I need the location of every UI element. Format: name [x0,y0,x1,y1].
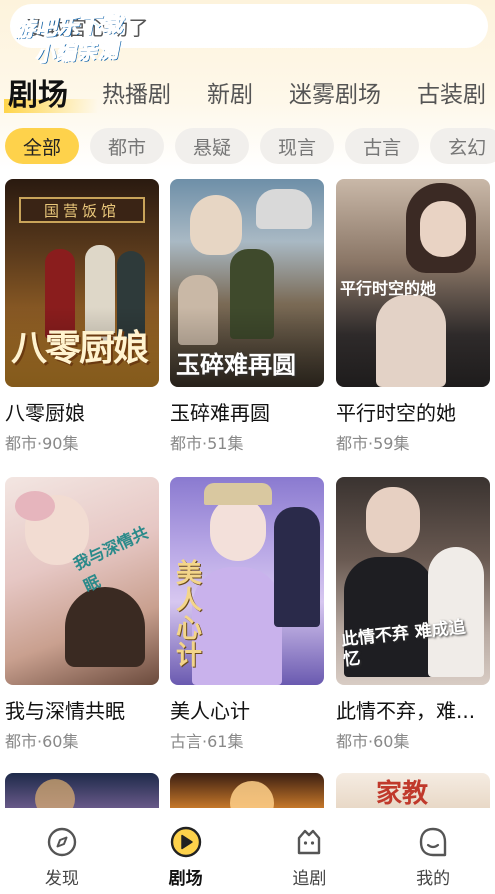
poster-figure [65,587,145,667]
filter-ancient-romance[interactable]: 古言 [345,128,420,164]
drama-meta: 都市·60集 [336,732,410,751]
poster-headdress [204,483,272,505]
nav-label: 发现 [44,869,79,889]
poster-flower [15,491,55,521]
profile-icon [415,824,451,860]
watermark-line2: 小编亲测 [34,38,120,67]
drama-title[interactable]: 八零厨娘 [5,397,159,426]
drama-meta: 都市·59集 [336,434,410,453]
watermark-logo: 游吧乐下载 小编亲测 [11,6,154,69]
drama-card[interactable]: 玉碎难再圆 玉碎难再圆 都市·51集 [170,179,324,454]
drama-poster[interactable]: 玉碎难再圆 [170,179,324,387]
drama-title[interactable]: 我与深情共眠 [5,695,159,724]
filter-fantasy[interactable]: 玄幻 [430,128,495,164]
poster-figure [420,201,466,257]
poster-figure [256,189,312,229]
drama-poster-partial[interactable]: 家教 [336,773,490,809]
tab-theater[interactable]: 剧场 [4,70,98,114]
drama-meta: 都市·90集 [5,434,79,453]
drama-meta: 都市·51集 [170,434,244,453]
drama-title[interactable]: 美人心计 [170,695,324,724]
drama-title[interactable]: 玉碎难再圆 [170,397,324,426]
drama-poster[interactable]: 平行时空的她 [336,179,490,387]
play-icon [168,824,204,860]
nav-following[interactable]: 追剧 [264,824,354,889]
poster-figure [376,295,446,387]
poster-figure [274,507,320,627]
compass-icon [44,824,80,860]
nav-theater[interactable]: 剧场 [141,824,231,889]
poster-title-art: 玉碎难再圆 [176,350,296,379]
poster-sign: 国营饭馆 [19,197,145,223]
drama-card[interactable]: 美人心计 美人心计 古言·61集 [170,477,324,752]
drama-card[interactable]: 此情不弃 难成追忆 此情不弃，难... 都市·60集 [336,477,490,752]
nav-discover[interactable]: 发现 [17,824,107,889]
nav-label: 剧场 [168,869,203,889]
drama-poster[interactable]: 国营饭馆 八零厨娘 [5,179,159,387]
drama-title[interactable]: 平行时空的她 [336,397,490,426]
poster-title-art: 平行时空的她 [340,279,437,298]
drama-poster[interactable]: 我与深情共眠 [5,477,159,685]
tab-mystery[interactable]: 迷雾剧场 [289,75,381,109]
filter-modern-romance[interactable]: 现言 [260,128,335,164]
drama-card[interactable]: 平行时空的她 平行时空的她 都市·59集 [336,179,490,454]
filter-suspense[interactable]: 悬疑 [175,128,250,164]
poster-title-art: 八零厨娘 [11,327,149,369]
bookmark-face-icon [291,824,327,860]
drama-title[interactable]: 此情不弃，难... [336,695,490,724]
drama-meta: 都市·60集 [5,732,79,751]
filter-all[interactable]: 全部 [5,128,80,164]
filter-urban[interactable]: 都市 [90,128,165,164]
nav-profile[interactable]: 我的 [388,824,478,889]
nav-label: 我的 [416,869,451,889]
poster-title-art: 美人心计 [176,559,203,671]
drama-card[interactable]: 国营饭馆 八零厨娘 八零厨娘 都市·90集 [5,179,159,454]
main-tabs: 剧场 热播剧 新剧 迷雾剧场 古装剧 [0,66,495,118]
drama-meta: 古言·61集 [170,732,244,751]
drama-poster-partial[interactable] [170,773,324,809]
filter-chips: 全部 都市 悬疑 现言 古言 玄幻 [0,127,495,165]
drama-poster[interactable]: 美人心计 [170,477,324,685]
poster-figure [210,497,266,561]
tab-costume[interactable]: 古装剧 [417,75,486,109]
drama-poster-partial[interactable] [5,773,159,809]
drama-card[interactable]: 我与深情共眠 我与深情共眠 都市·60集 [5,477,159,752]
poster-figure [190,195,242,255]
poster-figure [192,567,282,685]
poster-figure [366,487,420,553]
nav-label: 追剧 [292,869,327,889]
tab-hot[interactable]: 热播剧 [102,75,171,109]
bottom-navigation: 发现 剧场 追剧 我的 [0,808,495,894]
tab-new[interactable]: 新剧 [207,75,253,109]
poster-title-art: 家教 [376,779,429,809]
drama-poster[interactable]: 此情不弃 难成追忆 [336,477,490,685]
